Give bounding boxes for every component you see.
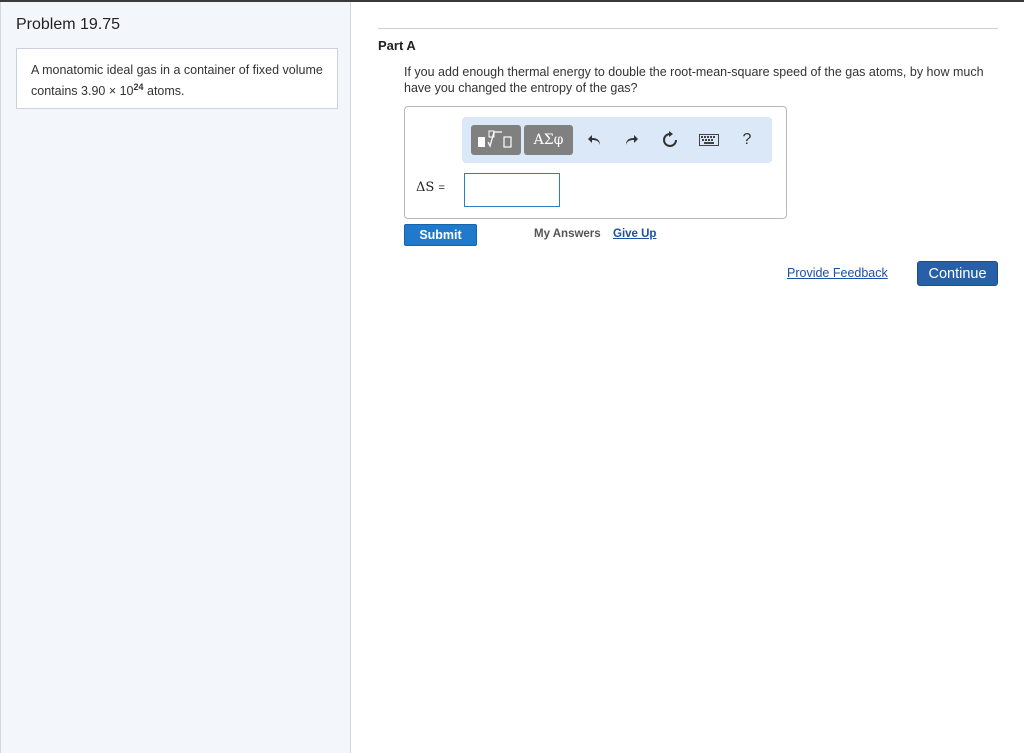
math-toolbar: ΑΣφ ?	[462, 117, 772, 163]
problem-pane: Problem 19.75 A monatomic ideal gas in a…	[0, 2, 351, 753]
question-text: If you add enough thermal energy to doub…	[404, 65, 984, 95]
give-up-link[interactable]: Give Up	[613, 228, 656, 240]
templates-button[interactable]	[471, 125, 521, 155]
submit-button[interactable]: Submit	[404, 224, 477, 246]
help-icon[interactable]: ?	[736, 129, 758, 151]
answer-panel: ΑΣφ ? ΔS =	[404, 106, 787, 219]
part-pane: Part A If you add enough thermal energy …	[352, 2, 1024, 753]
provide-feedback-link[interactable]: Provide Feedback	[787, 266, 888, 280]
equals-sign: =	[438, 182, 445, 194]
templates-icon	[478, 130, 512, 148]
answer-label: ΔS =	[416, 180, 445, 195]
delta-s-symbol: ΔS	[416, 180, 435, 195]
problem-title: Problem 19.75	[16, 16, 121, 33]
undo-icon[interactable]	[584, 129, 606, 151]
reset-icon[interactable]	[659, 129, 681, 151]
redo-icon[interactable]	[620, 129, 642, 151]
symbols-button[interactable]: ΑΣφ	[524, 125, 573, 155]
part-label: Part A	[378, 38, 416, 53]
continue-button[interactable]: Continue	[917, 261, 998, 286]
problem-statement: A monatomic ideal gas in a container of …	[16, 48, 338, 109]
answer-input[interactable]	[464, 173, 560, 207]
my-answers-link[interactable]: My Answers	[534, 228, 601, 240]
problem-statement-suffix: atoms.	[143, 84, 185, 99]
part-divider	[378, 28, 998, 29]
keyboard-icon[interactable]	[698, 129, 720, 151]
problem-statement-exponent: 24	[133, 82, 144, 92]
